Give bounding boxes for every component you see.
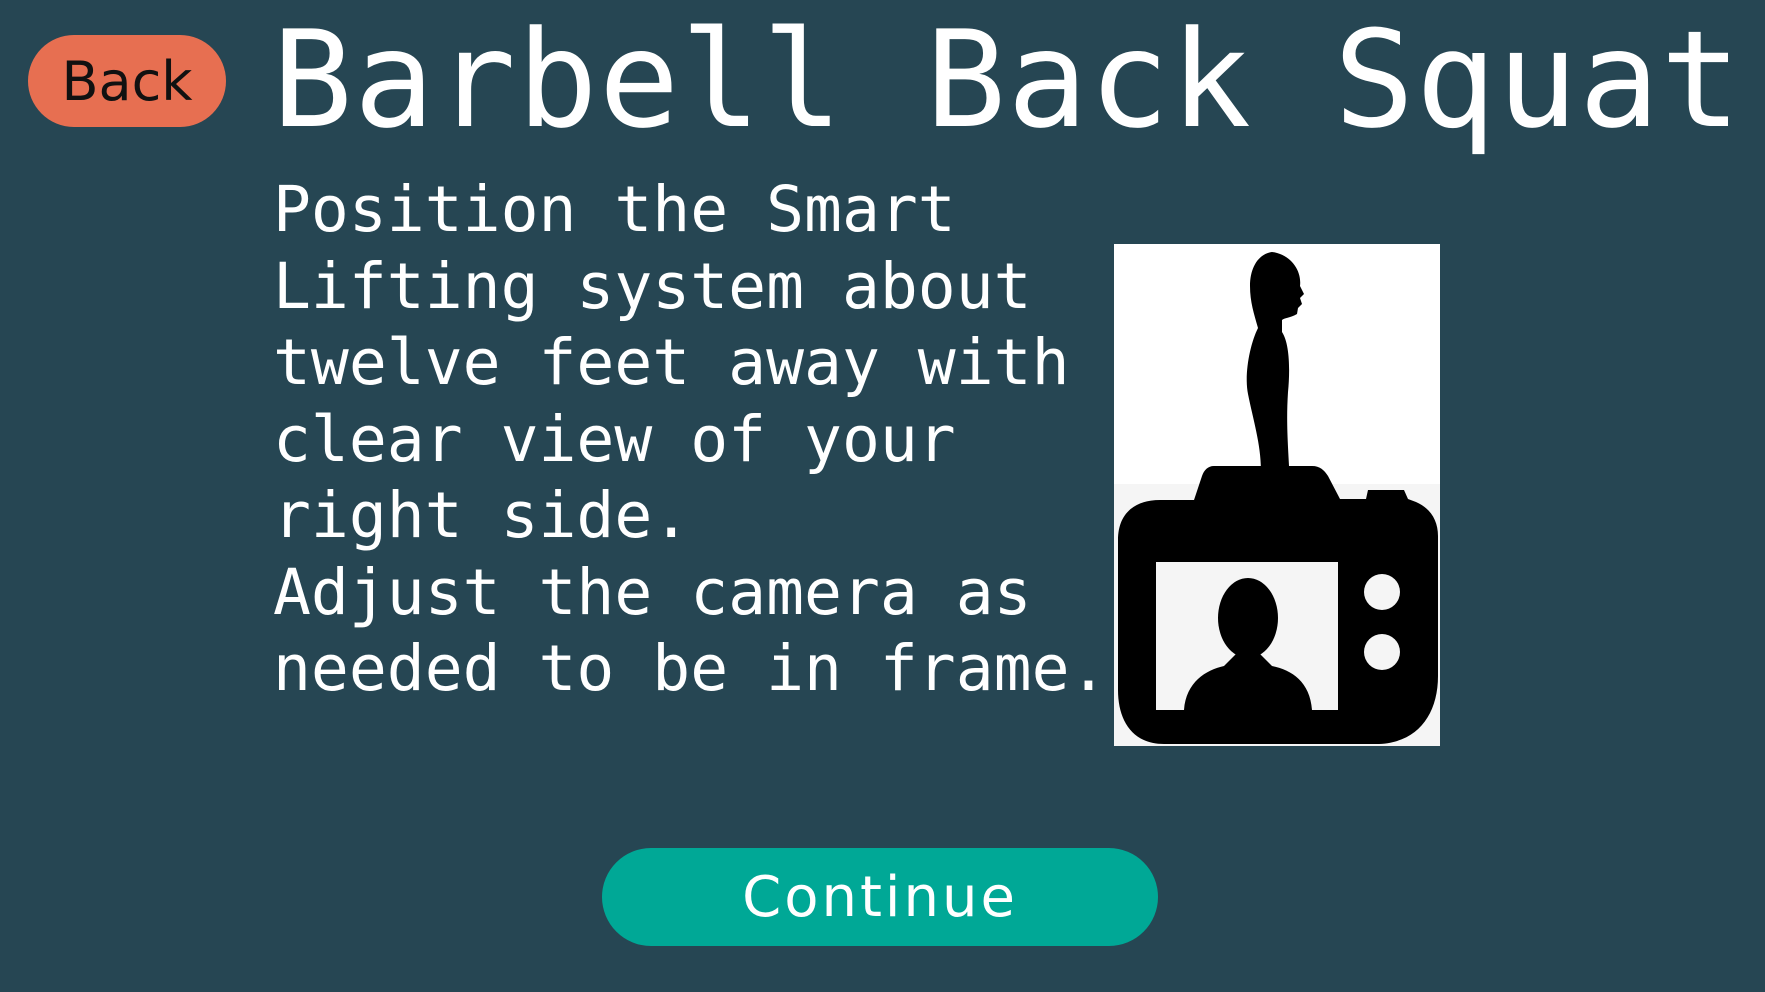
camera-button-top	[1364, 574, 1400, 610]
page-title: Barbell Back Squat	[272, 2, 1743, 158]
instruction-line: needed to be in frame.	[273, 632, 1108, 705]
camera-setup-illustration	[1114, 244, 1440, 746]
instruction-line: Adjust the camera as	[273, 555, 1032, 629]
instructions-text: Position the Smart Lifting system about …	[273, 172, 1107, 708]
instruction-line: clear view of your	[273, 402, 956, 476]
instruction-line: right side.	[273, 479, 691, 552]
continue-button[interactable]: Continue	[602, 848, 1158, 946]
camera-button-bottom	[1364, 634, 1400, 670]
back-button[interactable]: Back	[28, 35, 226, 127]
standing-person-silhouette-icon	[1246, 252, 1304, 484]
instruction-line: twelve feet away with	[273, 326, 1070, 399]
instruction-line: Position the Smart	[273, 173, 956, 246]
illustration-graphic	[1118, 252, 1438, 744]
instruction-line: Lifting system about	[273, 249, 1032, 323]
